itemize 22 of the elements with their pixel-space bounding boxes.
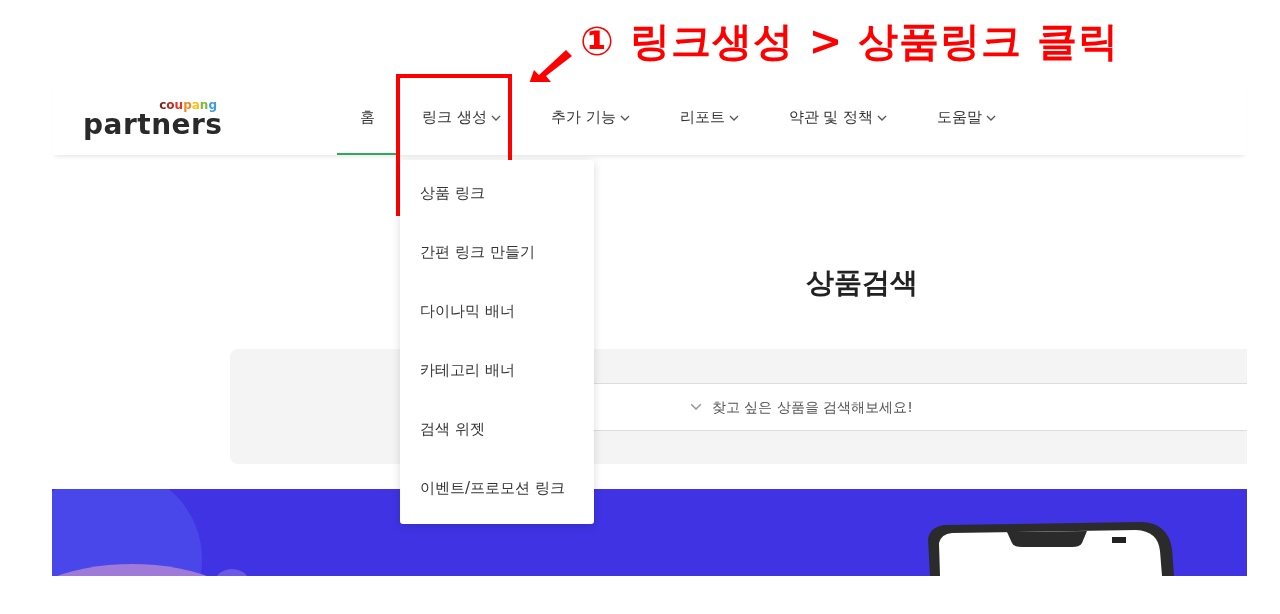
nav-tab[interactable]: 홈 [337, 82, 398, 155]
menu-item[interactable]: 간편 링크 만들기 [400, 223, 594, 282]
annotation-text: ① 링크생성 > 상품링크 클릭 [580, 16, 1120, 66]
menu-item[interactable]: 카테고리 배너 [400, 341, 594, 400]
chevron-down-icon [490, 114, 501, 121]
search-field[interactable]: 찾고 싶은 상품을 검색해보세요! [710, 385, 1247, 428]
logo-brand: coupang [158, 98, 217, 111]
nav-tab[interactable]: 링크 생성 [396, 82, 527, 155]
menu-item[interactable]: 상품 링크 [400, 164, 594, 223]
menu-item[interactable]: 검색 위젯 [400, 400, 594, 459]
nav-tab[interactable]: 약관 및 정책 [762, 82, 914, 155]
menu-item[interactable]: 이벤트/프로모션 링크 [400, 459, 594, 518]
chevron-down-icon [619, 114, 630, 121]
nav-tab[interactable]: 도움말 [911, 82, 1023, 155]
chevron-down-icon [728, 114, 739, 121]
chevron-down-icon [986, 114, 997, 121]
nav-tab[interactable]: 추가 기능 [524, 82, 656, 155]
nav-tab[interactable]: 리포트 [653, 82, 765, 155]
page-title: 상품검색 [805, 265, 919, 301]
chevron-down-icon [690, 402, 702, 411]
chevron-down-icon [877, 114, 888, 121]
menu-item[interactable]: 다이나믹 배너 [400, 282, 594, 341]
